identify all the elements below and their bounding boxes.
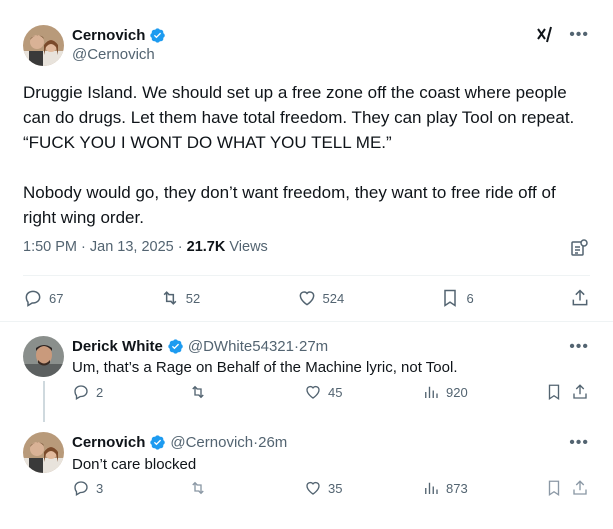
bookmark-count: 6 xyxy=(466,290,474,306)
like-button[interactable]: 524 xyxy=(297,288,345,308)
reply-icon xyxy=(25,290,41,307)
retweet-button[interactable]: 52 xyxy=(160,288,200,308)
retweet-icon xyxy=(163,291,177,305)
reply-text: Um, that’s a Rage on Behalf of the Machi… xyxy=(72,359,458,376)
more-icon[interactable]: ••• xyxy=(569,27,589,43)
like-count: 35 xyxy=(328,480,343,496)
retweet-count: 52 xyxy=(185,290,201,306)
like-icon xyxy=(299,291,314,306)
verified-badge-icon xyxy=(167,338,184,355)
reply-button[interactable]: 67 xyxy=(23,288,63,308)
author-handle[interactable]: @Cernovich xyxy=(170,434,253,451)
meta-separator: · xyxy=(173,239,187,255)
views-button[interactable]: 873 xyxy=(422,479,468,497)
bookmark-button[interactable] xyxy=(545,383,563,401)
author-name[interactable]: Derick White xyxy=(72,338,163,355)
views-icon xyxy=(425,386,438,398)
reply-time[interactable]: 27m xyxy=(299,338,328,355)
more-icon[interactable]: ••• xyxy=(569,434,589,452)
reply-text: Don’t care blocked xyxy=(72,456,197,473)
like-count: 45 xyxy=(328,384,343,400)
like-icon xyxy=(306,481,320,495)
retweet-icon xyxy=(192,385,204,399)
retweet-button[interactable] xyxy=(189,479,213,497)
reply-tweet[interactable]: Cernovich @Cernovich · 26m ••• Don’t car… xyxy=(0,420,613,529)
share-button[interactable] xyxy=(571,383,589,401)
views-count: 21.7K xyxy=(186,239,226,255)
like-count: 524 xyxy=(322,290,345,306)
like-icon xyxy=(306,385,320,399)
retweet-icon xyxy=(192,481,204,495)
grok-icon[interactable] xyxy=(535,25,555,45)
author-name[interactable]: Cernovich xyxy=(72,434,145,451)
reply-count: 2 xyxy=(96,384,104,400)
bookmark-button[interactable] xyxy=(545,479,563,497)
author-handle[interactable]: @Cernovich xyxy=(72,46,155,63)
reply-time[interactable]: 26m xyxy=(258,434,287,451)
retweet-button[interactable] xyxy=(189,383,213,401)
like-button[interactable]: 45 xyxy=(304,383,342,401)
reply-button[interactable]: 3 xyxy=(72,479,103,497)
tweet-time[interactable]: 1:50 PM xyxy=(23,239,77,255)
thread-line xyxy=(43,381,45,422)
tweet-text: Druggie Island. We should set up a free … xyxy=(23,83,575,227)
tweet-meta: 1:50 PM · Jan 13, 2025 · 21.7K Views xyxy=(23,239,268,255)
tweet-header-actions: ••• xyxy=(535,25,589,45)
share-icon xyxy=(572,289,588,306)
divider xyxy=(23,275,590,276)
views-count: 873 xyxy=(446,480,468,496)
bookmark-analytics-icon[interactable] xyxy=(569,238,589,258)
main-tweet: Cernovich @Cernovich ••• Druggie Island.… xyxy=(0,0,613,322)
avatar[interactable] xyxy=(23,432,64,473)
share-button[interactable] xyxy=(570,288,590,308)
author-name[interactable]: Cernovich xyxy=(72,27,145,44)
author-handle[interactable]: @DWhite54321 xyxy=(188,338,294,355)
verified-badge-icon xyxy=(149,434,166,451)
reply-count: 67 xyxy=(49,290,64,306)
tweet-date[interactable]: Jan 13, 2025 xyxy=(90,239,174,255)
avatar[interactable] xyxy=(23,25,64,66)
reply-button[interactable]: 2 xyxy=(72,383,103,401)
reply-tweet[interactable]: Derick White @DWhite54321 · 27m ••• Um, … xyxy=(0,323,613,422)
bookmark-button[interactable]: 6 xyxy=(440,288,474,308)
author-name-row: Derick White @DWhite54321 · 27m xyxy=(72,338,328,355)
bookmark-icon xyxy=(444,289,457,307)
views-count: 920 xyxy=(446,384,468,400)
reply-icon xyxy=(74,385,88,400)
reply-icon xyxy=(74,481,88,496)
bookmark-icon xyxy=(548,384,560,401)
tweet-actions: 67 52 524 6 xyxy=(23,288,590,308)
reply-count: 3 xyxy=(96,480,104,496)
share-icon xyxy=(573,480,587,495)
verified-badge-icon xyxy=(149,27,166,44)
views-label: Views xyxy=(229,239,268,255)
avatar[interactable] xyxy=(23,336,64,377)
like-button[interactable]: 35 xyxy=(304,479,342,497)
share-button[interactable] xyxy=(571,479,589,497)
views-icon xyxy=(425,482,438,494)
more-icon[interactable]: ••• xyxy=(569,338,589,356)
share-icon xyxy=(573,384,587,399)
views-button[interactable]: 920 xyxy=(422,383,468,401)
meta-separator: · xyxy=(77,239,90,255)
bookmark-icon xyxy=(548,480,560,497)
author-name-row: Cernovich @Cernovich · 26m xyxy=(72,434,287,451)
author-name-row: Cernovich xyxy=(72,27,166,44)
